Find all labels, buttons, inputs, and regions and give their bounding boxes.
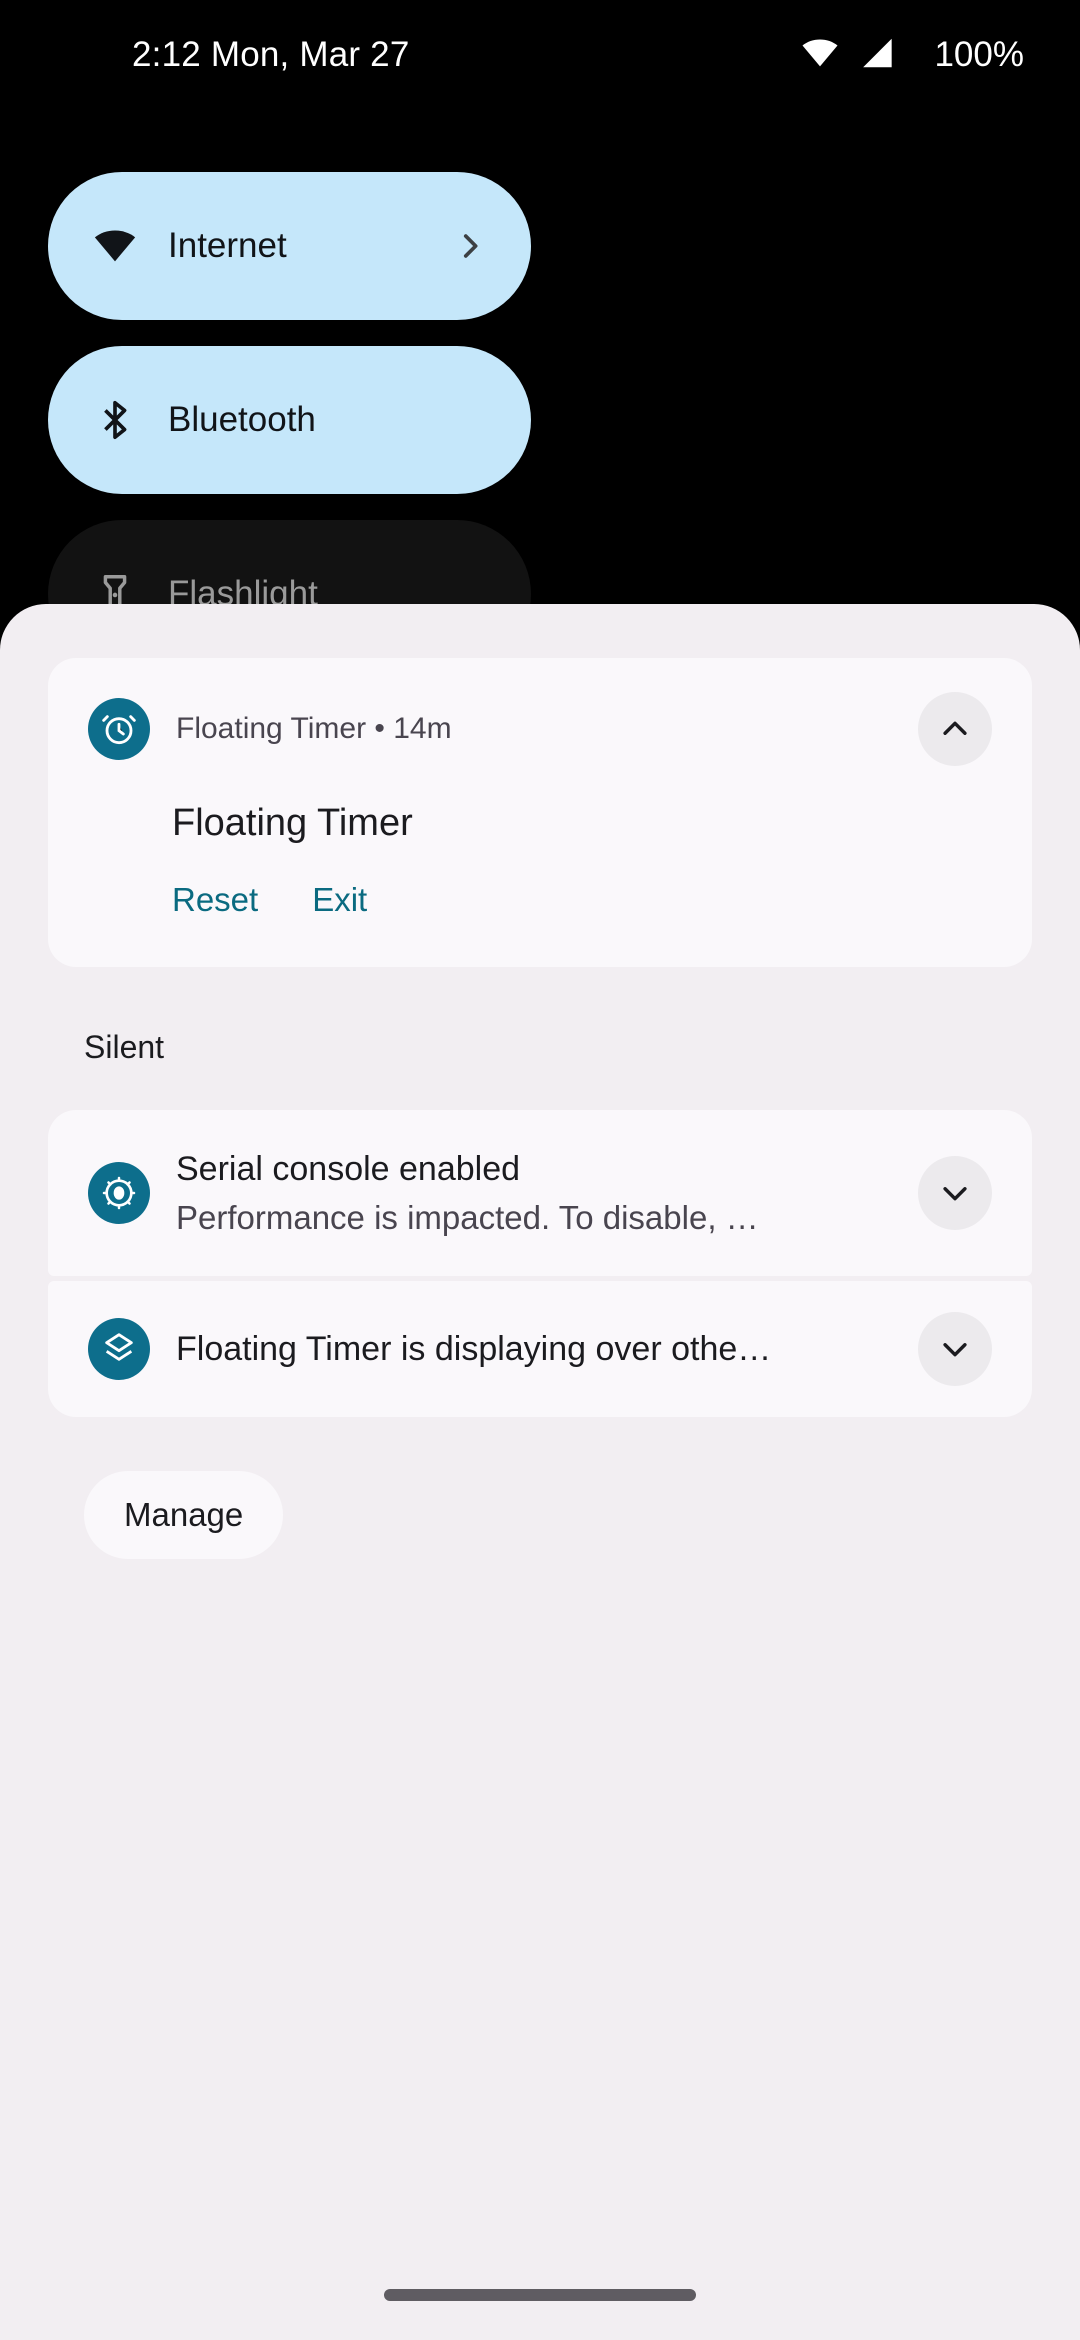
cellular-signal-icon bbox=[860, 34, 898, 77]
home-gesture-pill[interactable] bbox=[384, 2289, 696, 2301]
phone-screen: 2:12 Mon, Mar 27 100% Internet Bluetooth… bbox=[0, 0, 1080, 2340]
chevron-down-icon[interactable] bbox=[918, 1156, 992, 1230]
status-bar-icons: 100% bbox=[800, 33, 1024, 78]
manage-row: Manage bbox=[0, 1417, 1080, 1559]
reset-button[interactable]: Reset bbox=[172, 875, 284, 925]
notification-text-block: Serial console enabled Performance is im… bbox=[176, 1150, 892, 1237]
navigation-bar bbox=[0, 2250, 1080, 2340]
notification-card-serial-console[interactable]: Serial console enabled Performance is im… bbox=[48, 1110, 1032, 1276]
exit-button[interactable]: Exit bbox=[312, 875, 393, 925]
wifi-icon bbox=[800, 33, 840, 78]
notification-title: Floating Timer bbox=[172, 802, 413, 844]
notification-card-floating-timer-overlay[interactable]: Floating Timer is displaying over othe… bbox=[48, 1281, 1032, 1417]
notification-title: Floating Timer is displaying over othe… bbox=[176, 1329, 772, 1368]
bug-gear-icon bbox=[88, 1162, 150, 1224]
qs-tile-internet[interactable]: Internet bbox=[48, 172, 531, 320]
bluetooth-icon bbox=[92, 397, 138, 443]
alarm-clock-icon bbox=[88, 698, 150, 760]
notification-panel: Floating Timer • 14m Floating Timer Rese… bbox=[0, 604, 1080, 2340]
manage-button[interactable]: Manage bbox=[84, 1471, 284, 1559]
notification-text-block: Floating Timer is displaying over othe… bbox=[176, 1330, 892, 1369]
chevron-up-icon[interactable] bbox=[918, 692, 992, 766]
qs-tile-bluetooth[interactable]: Bluetooth bbox=[48, 346, 531, 494]
notification-header: Floating Timer • 14m bbox=[48, 692, 1032, 766]
chevron-down-icon[interactable] bbox=[918, 1312, 992, 1386]
chevron-right-icon[interactable] bbox=[453, 229, 487, 263]
status-bar-clock: 2:12 Mon, Mar 27 bbox=[132, 35, 410, 74]
qs-tile-label: Internet bbox=[168, 226, 287, 265]
notification-actions: Reset Exit bbox=[48, 845, 1032, 925]
notification-title: Serial console enabled bbox=[176, 1149, 521, 1188]
status-bar: 2:12 Mon, Mar 27 100% bbox=[0, 0, 1080, 110]
notification-card-floating-timer[interactable]: Floating Timer • 14m Floating Timer Rese… bbox=[48, 658, 1032, 967]
notification-app-header: Floating Timer • 14m bbox=[176, 712, 452, 745]
layers-icon bbox=[88, 1318, 150, 1380]
silent-section-header: Silent bbox=[84, 1029, 165, 1065]
battery-percentage: 100% bbox=[934, 35, 1024, 74]
notification-subtitle: Performance is impacted. To disable, … bbox=[176, 1198, 759, 1236]
wifi-icon bbox=[92, 223, 138, 269]
silent-notification-group: Serial console enabled Performance is im… bbox=[0, 1110, 1080, 1417]
qs-tile-label: Bluetooth bbox=[168, 400, 316, 439]
